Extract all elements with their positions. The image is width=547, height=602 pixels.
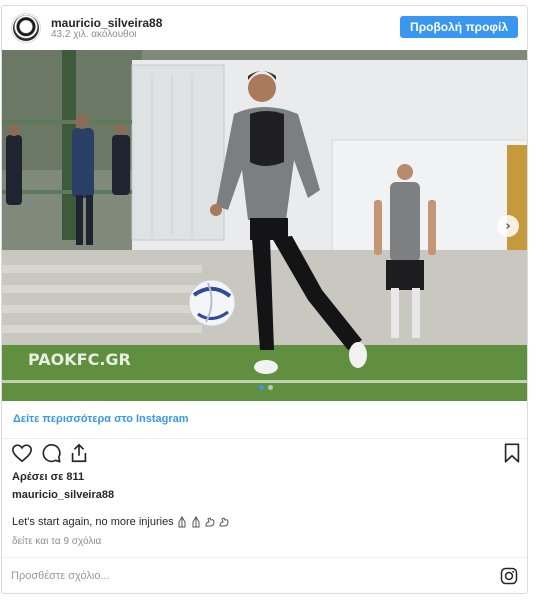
flexed-biceps-icon [219, 517, 229, 527]
praying-hands-icon [178, 516, 186, 528]
heart-icon[interactable] [11, 442, 33, 464]
caption-username[interactable]: mauricio_silveira88 [12, 489, 114, 501]
instagram-embed: mauricio_silveira88 43.2 χιλ. ακόλουθοι … [1, 5, 528, 594]
action-bar [2, 442, 527, 468]
avatar[interactable] [11, 13, 41, 43]
avatar-image [13, 15, 39, 41]
carousel-dot-active [259, 385, 264, 390]
photo-illustration [2, 50, 527, 401]
comment-input[interactable] [11, 567, 311, 585]
caption-text: Let's start again, no more injuries [12, 516, 174, 528]
bookmark-icon[interactable] [501, 442, 523, 464]
view-profile-button[interactable]: Προβολή προφίλ [400, 16, 518, 38]
carousel-dot [268, 385, 273, 390]
view-more-link[interactable]: Δείτε περισσότερα στο Instagram [13, 413, 189, 425]
instagram-logo-icon[interactable] [500, 567, 518, 585]
flexed-biceps-icon [205, 517, 215, 527]
comment-bar [2, 557, 527, 594]
carousel-indicator [259, 385, 273, 390]
header-username[interactable]: mauricio_silveira88 [51, 16, 162, 30]
praying-hands-icon [192, 516, 200, 528]
view-all-comments-link[interactable]: δείτε και τα 9 σχόλια [12, 536, 101, 547]
post-photo[interactable]: PAOKFC.GR › [2, 50, 527, 401]
caption: Let's start again, no more injuries [12, 516, 230, 528]
post-header: mauricio_silveira88 43.2 χιλ. ακόλουθοι … [2, 6, 527, 50]
carousel-next-button[interactable]: › [497, 215, 519, 237]
followers-count: 43.2 χιλ. ακόλουθοι [51, 29, 137, 40]
photo-watermark: PAOKFC.GR [28, 350, 131, 369]
view-more-section: Δείτε περισσότερα στο Instagram [2, 401, 527, 439]
likes-count[interactable]: Αρέσει σε 811 [12, 471, 84, 483]
share-icon[interactable] [68, 442, 90, 464]
comment-icon[interactable] [40, 442, 62, 464]
